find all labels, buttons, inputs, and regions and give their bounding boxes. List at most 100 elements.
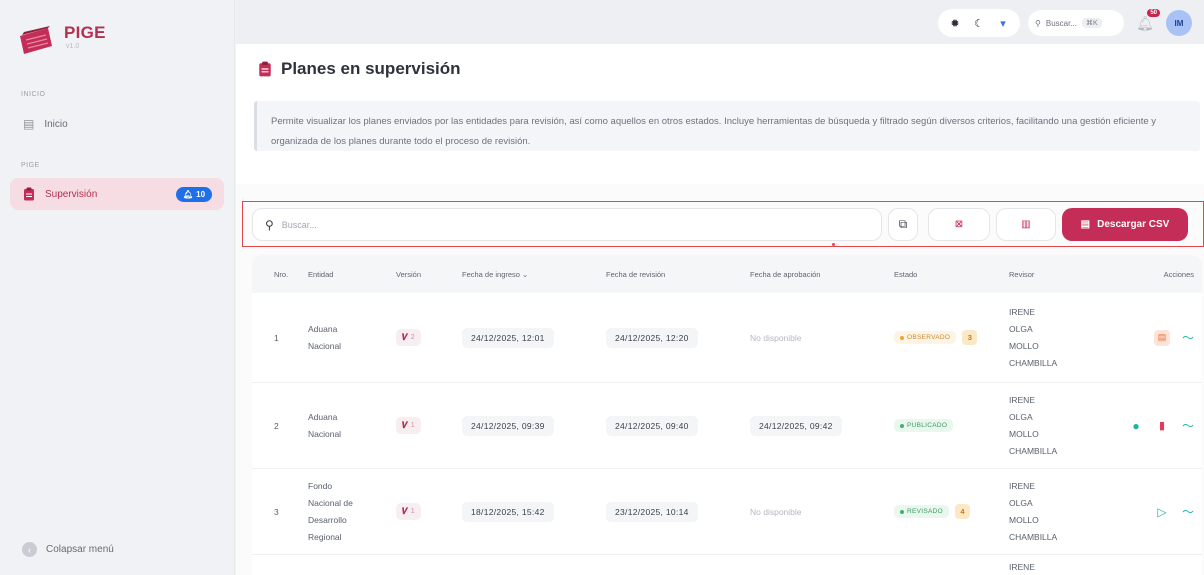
sidebar-item-supervision[interactable]: Supervisión 🔔︎ 10 (10, 178, 224, 210)
global-search-input[interactable]: ⚲ Buscar... ⌘K (1028, 10, 1124, 36)
download-csv-button[interactable]: ▤ Descargar CSV (1062, 208, 1188, 241)
sidebar-item-inicio[interactable]: ▤ Inicio (10, 108, 224, 140)
user-avatar[interactable]: IM (1166, 10, 1192, 36)
header-entry-date[interactable]: Fecha de ingreso ⌄ (448, 270, 592, 279)
collapse-menu-label: Colapsar menú (46, 544, 114, 555)
theme-switcher: ✹ ☾ ▾ (938, 9, 1020, 37)
observation-count: 4 (955, 504, 970, 519)
row-entity: Aduana Nacional (308, 411, 342, 439)
pige-logo-icon (20, 26, 52, 54)
page-header: Planes en supervisión Permite visualizar… (236, 44, 1204, 184)
file-icon: ▤ (1080, 219, 1091, 230)
plans-search-input[interactable]: ⚲ Buscar... (252, 208, 882, 241)
row-entity: Fondo Nacional de Desarrollo Regional (308, 480, 353, 542)
version-icon: 𝑽 (402, 420, 408, 430)
plans-table: Nro. Entidad Versión Fecha de ingreso ⌄ … (252, 255, 1202, 575)
sun-icon[interactable]: ✹ (944, 12, 966, 34)
trend-icon[interactable]: 〜 (1180, 418, 1196, 434)
row-reviewer: IRENE OLGA MOLLO CHAMBILLA (1009, 394, 1058, 456)
header-no[interactable]: Nro. (252, 270, 294, 279)
table-row[interactable]: 2 Aduana Nacional 𝑽 1 24/12/2025, 09:39 … (252, 383, 1202, 469)
header-review-date[interactable]: Fecha de revisión (592, 270, 736, 279)
header-entity[interactable]: Entidad (294, 266, 382, 283)
review-date: 23/12/2025, 10:14 (606, 501, 698, 522)
header-version[interactable]: Versión (382, 270, 448, 279)
status-badge: OBSERVADO (894, 331, 957, 345)
status-dot (900, 509, 904, 514)
sidebar-item-label: Inicio (44, 118, 68, 130)
version-icon: 𝑽 (402, 332, 408, 342)
copy-filter-button[interactable]: ⧉ (888, 208, 918, 241)
sidebar: PIGE v1.0 INICIO ▤ Inicio PIGE Supervisi… (0, 0, 235, 575)
bell-icon: 🔔︎ (1136, 14, 1154, 31)
observation-count: 3 (962, 330, 978, 345)
topbar: ✹ ☾ ▾ ⚲ Buscar... ⌘K 🔔︎ 50 IM (236, 0, 1204, 44)
decorative-dot (832, 243, 835, 246)
moon-icon[interactable]: ☾ (968, 12, 990, 34)
pdf-icon[interactable]: ▮ (1154, 418, 1170, 434)
monitor-icon[interactable]: ▾ (992, 12, 1014, 34)
version-pill[interactable]: 𝑽 1 (396, 417, 421, 434)
collapse-icon: ‹ (22, 542, 37, 557)
home-icon: ▤ (23, 117, 35, 131)
header-approval-date[interactable]: Fecha de aprobación (736, 270, 880, 279)
notifications-button[interactable]: 🔔︎ 50 (1132, 9, 1160, 36)
observations-icon[interactable]: ▤ (1154, 329, 1170, 346)
clipboard-icon (259, 61, 271, 77)
table-header: Nro. Entidad Versión Fecha de ingreso ⌄ … (252, 255, 1202, 293)
approval-date: No disponible (750, 332, 802, 343)
status-badge: REVISADO (894, 505, 949, 519)
row-reviewer: IRENE OLGA MOLLO CHAMBILLA (1009, 306, 1058, 368)
approval-date: No disponible (750, 506, 802, 517)
header-status[interactable]: Estado (880, 270, 1003, 279)
header-reviewer[interactable]: Revisor (1003, 266, 1093, 283)
section-label-inicio: INICIO (21, 91, 46, 98)
entry-date: 24/12/2025, 12:01 (462, 327, 554, 348)
clear-filters-button[interactable]: ⊠ (928, 208, 990, 241)
status-dot (900, 423, 904, 428)
search-icon: ⚲ (1035, 18, 1041, 28)
clipboard-icon (24, 187, 34, 201)
copy-icon: ⧉ (898, 217, 908, 231)
app-logo[interactable]: PIGE v1.0 (18, 24, 106, 56)
search-icon: ⚲ (265, 217, 274, 232)
row-no: 3 (274, 506, 279, 517)
approval-date: 24/12/2025, 09:42 (750, 415, 842, 436)
row-reviewer: IRENE (1009, 562, 1035, 572)
table-row[interactable]: 1 Aduana Nacional 𝑽 2 24/12/2025, 12:01 … (252, 293, 1202, 383)
trend-icon[interactable]: 〜 (1180, 504, 1196, 520)
collapse-menu-button[interactable]: ‹ Colapsar menú (22, 542, 114, 557)
main-content: Planes en supervisión Permite visualizar… (236, 44, 1204, 575)
chevron-down-icon: ⌄ (522, 269, 529, 279)
trend-icon[interactable]: 〜 (1180, 330, 1196, 346)
app-title: PIGE (64, 23, 106, 42)
row-reviewer: IRENE OLGA MOLLO CHAMBILLA (1009, 480, 1058, 542)
status-dot (900, 335, 904, 340)
row-no: 1 (274, 332, 279, 343)
version-pill[interactable]: 𝑽 2 (396, 329, 421, 346)
version-icon: 𝑽 (402, 506, 408, 516)
columns-icon: ▥ (1021, 219, 1031, 230)
section-label-pige: PIGE (21, 162, 40, 169)
row-entity: Aduana Nacional (308, 323, 342, 351)
app-version: v1.0 (66, 43, 80, 50)
notification-count: 50 (1147, 9, 1160, 17)
table-row[interactable]: 3 Fondo Nacional de Desarrollo Regional … (252, 469, 1202, 555)
filter-off-icon: ⊠ (954, 219, 964, 230)
notification-badge: 🔔︎ 10 (176, 187, 212, 202)
version-pill[interactable]: 𝑽 1 (396, 503, 421, 520)
entry-date: 18/12/2025, 15:42 (462, 501, 554, 522)
table-row[interactable]: IRENE (252, 555, 1202, 575)
bell-icon: 🔔︎ (182, 190, 194, 199)
page-description: Permite visualizar los planes enviados p… (254, 101, 1200, 151)
sidebar-item-label: Supervisión (45, 188, 98, 200)
row-no: 2 (274, 420, 279, 431)
search-shortcut: ⌘K (1081, 18, 1102, 28)
review-date: 24/12/2025, 09:40 (606, 415, 698, 436)
play-icon[interactable]: ▷ (1154, 504, 1170, 520)
status-badge: PUBLICADO (894, 419, 954, 432)
columns-button[interactable]: ▥ (996, 208, 1056, 241)
review-date: 24/12/2025, 12:20 (606, 327, 698, 348)
status-dot-icon[interactable]: ● (1128, 418, 1144, 434)
page-title: Planes en supervisión (258, 59, 461, 79)
